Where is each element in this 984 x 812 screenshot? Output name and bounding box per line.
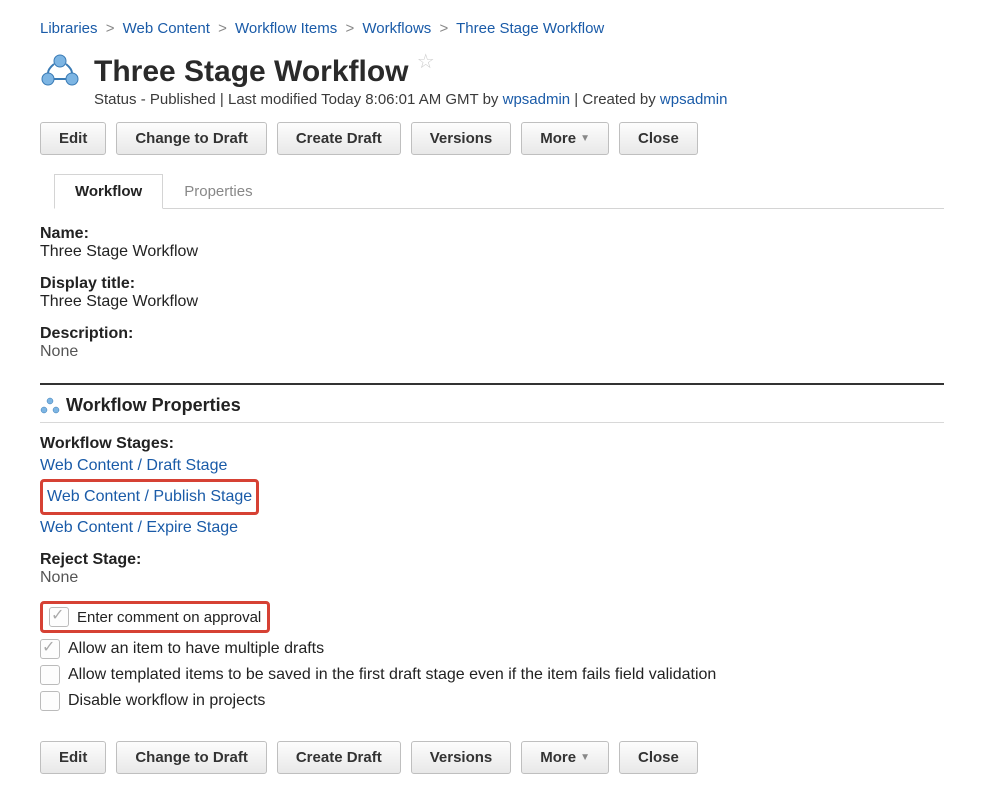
close-button[interactable]: Close bbox=[619, 741, 698, 774]
change-to-draft-button[interactable]: Change to Draft bbox=[116, 741, 267, 774]
versions-button[interactable]: Versions bbox=[411, 122, 512, 155]
description-value: None bbox=[40, 343, 944, 361]
creator-link[interactable]: wpsadmin bbox=[660, 91, 728, 108]
stage-expire-link[interactable]: Web Content / Expire Stage bbox=[40, 519, 944, 537]
edit-button[interactable]: Edit bbox=[40, 122, 106, 155]
field-name: Name: Three Stage Workflow bbox=[40, 225, 944, 261]
name-value: Three Stage Workflow bbox=[40, 243, 944, 261]
breadcrumb-webcontent[interactable]: Web Content bbox=[123, 20, 210, 37]
description-label: Description: bbox=[40, 325, 944, 343]
field-description: Description: None bbox=[40, 325, 944, 361]
chevron-down-icon: ▼ bbox=[580, 133, 590, 144]
breadcrumb-workflows[interactable]: Workflows bbox=[362, 20, 431, 37]
breadcrumb-sep: > bbox=[439, 20, 448, 37]
checkbox-templated-items-label: Allow templated items to be saved in the… bbox=[68, 666, 716, 684]
create-draft-button[interactable]: Create Draft bbox=[277, 741, 401, 774]
checkbox-templated-items[interactable] bbox=[40, 665, 60, 685]
workflow-stages: Workflow Stages: Web Content / Draft Sta… bbox=[40, 435, 944, 537]
page-title: Three Stage Workflow bbox=[94, 55, 409, 89]
edit-button[interactable]: Edit bbox=[40, 741, 106, 774]
tabs: Workflow Properties bbox=[54, 173, 944, 209]
divider bbox=[40, 383, 944, 385]
checkbox-comment-on-approval[interactable] bbox=[49, 607, 69, 627]
breadcrumb-workflowitems[interactable]: Workflow Items bbox=[235, 20, 337, 37]
breadcrumb-current: Three Stage Workflow bbox=[456, 20, 604, 37]
versions-button[interactable]: Versions bbox=[411, 741, 512, 774]
modifier-link[interactable]: wpsadmin bbox=[503, 91, 571, 108]
display-title-value: Three Stage Workflow bbox=[40, 293, 944, 311]
display-title-label: Display title: bbox=[40, 275, 944, 293]
field-display-title: Display title: Three Stage Workflow bbox=[40, 275, 944, 311]
page-header: Three Stage Workflow ☆ Status - Publishe… bbox=[40, 49, 944, 108]
favorite-star-icon[interactable]: ☆ bbox=[417, 51, 435, 73]
workflow-properties-heading: Workflow Properties bbox=[40, 395, 944, 423]
tab-workflow[interactable]: Workflow bbox=[54, 174, 163, 209]
chevron-down-icon: ▼ bbox=[580, 752, 590, 763]
workflow-icon bbox=[40, 397, 60, 414]
create-draft-button[interactable]: Create Draft bbox=[277, 122, 401, 155]
toolbar-top: Edit Change to Draft Create Draft Versio… bbox=[40, 122, 944, 155]
reject-stage-value: None bbox=[40, 569, 944, 587]
workflow-stages-label: Workflow Stages: bbox=[40, 435, 944, 453]
workflow-icon bbox=[40, 53, 80, 87]
toolbar-bottom: Edit Change to Draft Create Draft Versio… bbox=[40, 741, 944, 774]
breadcrumb: Libraries > Web Content > Workflow Items… bbox=[40, 20, 944, 37]
reject-stage: Reject Stage: None bbox=[40, 551, 944, 587]
breadcrumb-libraries[interactable]: Libraries bbox=[40, 20, 98, 37]
highlight-comment-on-approval: Enter comment on approval bbox=[40, 601, 270, 633]
status-line: Status - Published | Last modified Today… bbox=[94, 91, 727, 108]
name-label: Name: bbox=[40, 225, 944, 243]
reject-stage-label: Reject Stage: bbox=[40, 551, 944, 569]
tab-properties[interactable]: Properties bbox=[163, 174, 273, 209]
checkbox-disable-workflow[interactable] bbox=[40, 691, 60, 711]
stage-publish-link[interactable]: Web Content / Publish Stage bbox=[47, 488, 252, 506]
breadcrumb-sep: > bbox=[106, 20, 115, 37]
breadcrumb-sep: > bbox=[345, 20, 354, 37]
checkbox-comment-label: Enter comment on approval bbox=[77, 609, 261, 626]
stage-draft-link[interactable]: Web Content / Draft Stage bbox=[40, 457, 944, 475]
checkbox-disable-workflow-label: Disable workflow in projects bbox=[68, 692, 265, 710]
more-button[interactable]: More▼ bbox=[521, 122, 609, 155]
close-button[interactable]: Close bbox=[619, 122, 698, 155]
change-to-draft-button[interactable]: Change to Draft bbox=[116, 122, 267, 155]
breadcrumb-sep: > bbox=[218, 20, 227, 37]
checkbox-multiple-drafts[interactable] bbox=[40, 639, 60, 659]
checkbox-multiple-drafts-label: Allow an item to have multiple drafts bbox=[68, 640, 324, 658]
more-button[interactable]: More▼ bbox=[521, 741, 609, 774]
